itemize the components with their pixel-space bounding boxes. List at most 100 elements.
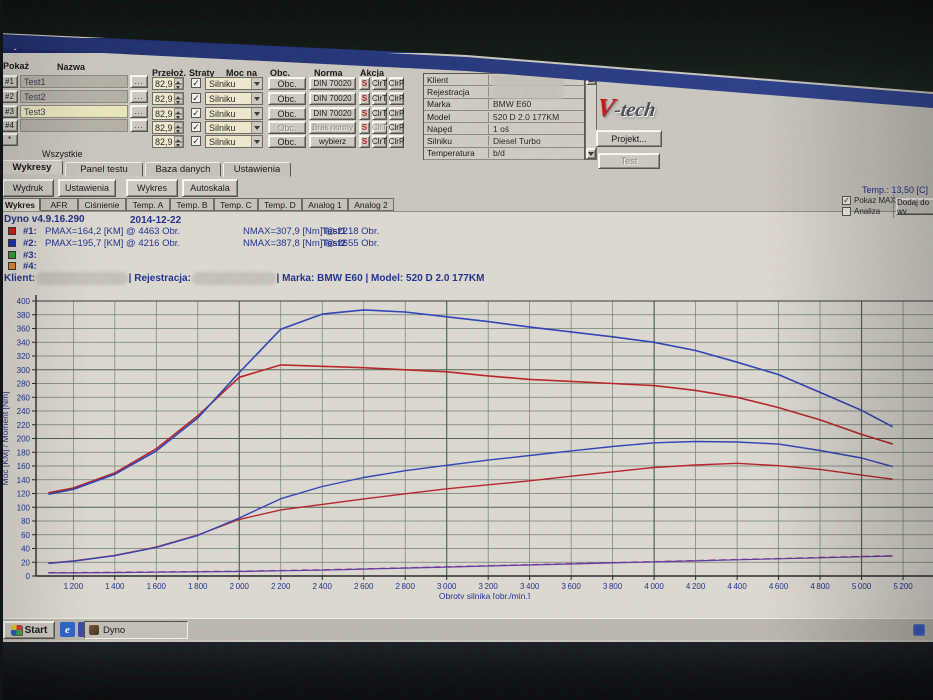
dyno-task-button[interactable]: Dyno — [84, 621, 188, 639]
load-button[interactable]: Obc. — [268, 92, 306, 105]
subtab-afr[interactable]: AFR — [40, 198, 78, 211]
ratio-spinner[interactable]: 82,9 — [152, 107, 184, 120]
norm-button[interactable]: DIN 70020 — [309, 107, 356, 120]
svg-text:2 600: 2 600 — [354, 582, 374, 591]
action-button-clrt[interactable]: ClrT — [372, 92, 387, 105]
test-row-button-1[interactable]: #1 — [1, 75, 18, 88]
action-button-clrp[interactable]: ClrP — [389, 121, 404, 134]
losses-checkbox[interactable]: ✓ — [191, 78, 201, 88]
all-tests-button[interactable]: * — [1, 133, 18, 146]
more-button[interactable]: ... — [130, 90, 148, 103]
load-button[interactable]: Obc. — [268, 135, 306, 148]
internet-explorer-icon[interactable]: e — [60, 622, 75, 637]
norm-button[interactable]: wybierz — [309, 135, 356, 148]
tab-wykresy[interactable]: Wykresy — [1, 160, 63, 175]
test-name-field[interactable]: Test3 — [20, 105, 128, 118]
toolbar-autoskala-button[interactable]: Autoskala — [182, 179, 238, 197]
power-on-dropdown[interactable]: Silniku — [205, 135, 263, 148]
toolbar-ustawienia-button[interactable]: Ustawienia — [58, 179, 116, 197]
svg-text:2 200: 2 200 — [271, 582, 291, 591]
norm-button[interactable]: DIN 70020 — [309, 92, 356, 105]
test-row-button-3[interactable]: #3 — [1, 105, 18, 118]
load-button[interactable]: Obc. — [268, 107, 306, 120]
more-button[interactable]: ... — [130, 105, 148, 118]
action-button-clrt[interactable]: ClrT — [372, 107, 387, 120]
svg-text:280: 280 — [17, 380, 31, 389]
subtab-ciśnienie[interactable]: Ciśnienie — [78, 198, 126, 211]
action-button-s[interactable]: S — [359, 92, 370, 105]
vehicle-info-label: | Marka: BMW E60 | Model: 520 D 2.0 177K… — [277, 273, 485, 284]
losses-checkbox[interactable]: ✓ — [191, 136, 201, 146]
power-on-dropdown[interactable]: Silniku — [205, 121, 263, 134]
toolbar-wykres-button[interactable]: Wykres — [126, 179, 178, 197]
subtab-analog-1[interactable]: Analog 1 — [302, 198, 348, 211]
show-max-checkbox[interactable]: ✓ — [842, 196, 851, 205]
ratio-spinner[interactable]: 82,9 — [152, 121, 184, 134]
action-button-clrt[interactable]: ClrT — [372, 121, 387, 134]
losses-checkbox[interactable]: ✓ — [191, 93, 201, 103]
action-button-s[interactable]: S — [359, 77, 370, 90]
subtab-temp-d[interactable]: Temp. D — [258, 198, 302, 211]
vehicle-value: b/d — [489, 148, 584, 158]
action-button-clrt[interactable]: ClrT — [372, 77, 387, 90]
action-button-clrp[interactable]: ClrP — [389, 107, 404, 120]
spinner-arrows-icon[interactable] — [174, 108, 183, 119]
load-button[interactable]: Obc. — [268, 121, 306, 134]
test-name-field[interactable] — [20, 119, 128, 132]
svg-text:260: 260 — [17, 393, 31, 402]
test-button[interactable]: Test — [598, 153, 660, 169]
action-button-clrp[interactable]: ClrP — [389, 77, 404, 90]
subtab-wykres[interactable]: Wykres — [0, 198, 40, 211]
spinner-arrows-icon[interactable] — [174, 78, 183, 89]
spinner-arrows-icon[interactable] — [174, 136, 183, 147]
subtab-temp-a[interactable]: Temp. A — [126, 198, 170, 211]
chevron-down-icon[interactable] — [251, 93, 262, 104]
spinner-arrows-icon[interactable] — [174, 93, 183, 104]
test-row-button-2[interactable]: #2 — [1, 90, 18, 103]
tray-icon[interactable] — [913, 624, 925, 636]
power-on-dropdown[interactable]: Silniku — [205, 92, 263, 105]
more-button[interactable]: ... — [130, 75, 148, 88]
chevron-down-icon[interactable] — [251, 136, 262, 147]
action-button-s[interactable]: S — [359, 107, 370, 120]
action-button-clrp[interactable]: ClrP — [389, 135, 404, 148]
project-button[interactable]: Projekt... — [596, 130, 662, 147]
test-name-field[interactable]: Test1 — [20, 75, 128, 88]
action-button-s[interactable]: S — [359, 135, 370, 148]
tab-ustawienia[interactable]: Ustawienia — [223, 162, 291, 177]
tab-panel-testu[interactable]: Panel testu — [65, 162, 143, 177]
norm-button[interactable]: DIN 70020 — [309, 77, 356, 90]
action-button-s[interactable]: S — [359, 121, 370, 134]
add-to-print-button[interactable]: Dodaj do wy — [896, 198, 933, 215]
ratio-spinner[interactable]: 82,9 — [152, 135, 184, 148]
spinner-arrows-icon[interactable] — [174, 122, 183, 133]
ratio-spinner[interactable]: 82,9 — [152, 77, 184, 90]
svg-text:1 200: 1 200 — [64, 582, 84, 591]
subtab-temp-c[interactable]: Temp. C — [214, 198, 258, 211]
analysis-checkbox[interactable] — [842, 207, 851, 216]
vehicle-label: Temperatura — [424, 148, 489, 158]
test-name-field[interactable]: Test2 — [20, 90, 128, 103]
load-button[interactable]: Obc. — [268, 77, 306, 90]
start-button[interactable]: Start — [3, 621, 55, 639]
power-on-dropdown[interactable]: Silniku — [205, 77, 263, 90]
losses-checkbox[interactable]: ✓ — [191, 108, 201, 118]
tab-baza-danych[interactable]: Baza danych — [145, 162, 221, 177]
window-titlebar[interactable]: Dyno ver. 4.9.16.290 — [0, 38, 933, 53]
test-row-button-4[interactable]: #4 — [1, 119, 18, 132]
chevron-down-icon[interactable] — [251, 122, 262, 133]
toolbar-wydruk-button[interactable]: Wydruk — [2, 179, 54, 197]
action-button-clrt[interactable]: ClrT — [372, 135, 387, 148]
more-button[interactable]: ... — [130, 119, 148, 132]
scroll-down-icon[interactable] — [586, 148, 596, 159]
chevron-down-icon[interactable] — [251, 108, 262, 119]
subtab-temp-b[interactable]: Temp. B — [170, 198, 214, 211]
power-on-dropdown[interactable]: Silniku — [205, 107, 263, 120]
chevron-down-icon[interactable] — [251, 78, 262, 89]
norm-button[interactable]: Brak normy — [309, 121, 356, 134]
losses-checkbox[interactable]: ✓ — [191, 122, 201, 132]
action-button-clrp[interactable]: ClrP — [389, 92, 404, 105]
ratio-spinner[interactable]: 82,9 — [152, 92, 184, 105]
subtab-analog-2[interactable]: Analog 2 — [348, 198, 394, 211]
scroll-up-icon[interactable] — [586, 74, 596, 85]
